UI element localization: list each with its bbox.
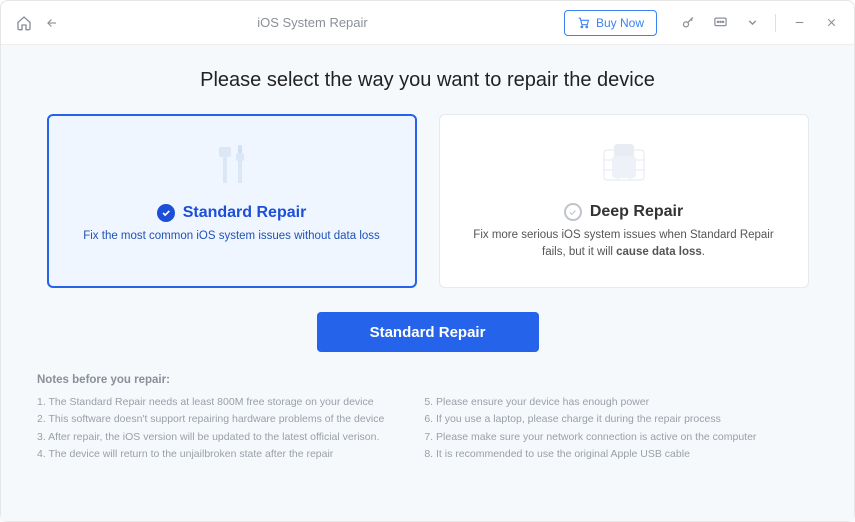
standard-repair-button[interactable]: Standard Repair <box>317 312 539 352</box>
buy-now-label: Buy Now <box>596 16 644 30</box>
titlebar-right <box>679 14 840 32</box>
separator <box>775 14 776 32</box>
note-item: 7. Please make sure your network connect… <box>424 429 756 445</box>
note-item: 2. This software doesn't support repairi… <box>37 411 384 427</box>
content-area: Please select the way you want to repair… <box>1 45 854 521</box>
cart-icon <box>577 16 590 29</box>
buy-now-button[interactable]: Buy Now <box>564 10 657 36</box>
titlebar: iOS System Repair Buy Now <box>1 1 854 45</box>
note-item: 6. If you use a laptop, please charge it… <box>424 411 756 427</box>
key-icon[interactable] <box>679 14 697 32</box>
home-icon[interactable] <box>15 14 33 32</box>
standard-repair-subtitle: Fix the most common iOS system issues wi… <box>83 228 380 245</box>
back-icon[interactable] <box>43 14 61 32</box>
feedback-icon[interactable] <box>711 14 729 32</box>
app-window: iOS System Repair Buy Now Please s <box>0 0 855 522</box>
notes-heading: Notes before you repair: <box>37 374 818 386</box>
notes-columns: 1. The Standard Repair needs at least 80… <box>37 394 818 463</box>
note-item: 3. After repair, the iOS version will be… <box>37 429 384 445</box>
device-icon <box>594 133 654 195</box>
note-item: 8. It is recommended to use the original… <box>424 446 756 462</box>
standard-repair-title: Standard Repair <box>183 204 307 222</box>
standard-title-row: Standard Repair <box>157 204 307 222</box>
unchecked-icon <box>564 203 582 221</box>
chevron-down-icon[interactable] <box>743 14 761 32</box>
notes-left: 1. The Standard Repair needs at least 80… <box>37 394 384 463</box>
close-icon[interactable] <box>822 14 840 32</box>
notes-right: 5. Please ensure your device has enough … <box>424 394 756 463</box>
deep-repair-title: Deep Repair <box>590 203 683 221</box>
minimize-icon[interactable] <box>790 14 808 32</box>
standard-repair-card[interactable]: Standard Repair Fix the most common iOS … <box>47 114 417 288</box>
deep-repair-subtitle: Fix more serious iOS system issues when … <box>470 227 778 262</box>
repair-mode-cards: Standard Repair Fix the most common iOS … <box>37 114 818 288</box>
deep-title-row: Deep Repair <box>564 203 683 221</box>
check-icon <box>157 204 175 222</box>
note-item: 1. The Standard Repair needs at least 80… <box>37 394 384 410</box>
tools-icon <box>208 134 256 196</box>
note-item: 4. The device will return to the unjailb… <box>37 446 384 462</box>
page-heading: Please select the way you want to repair… <box>37 69 818 92</box>
note-item: 5. Please ensure your device has enough … <box>424 394 756 410</box>
window-title: iOS System Repair <box>71 15 554 30</box>
deep-repair-card[interactable]: Deep Repair Fix more serious iOS system … <box>439 114 809 288</box>
